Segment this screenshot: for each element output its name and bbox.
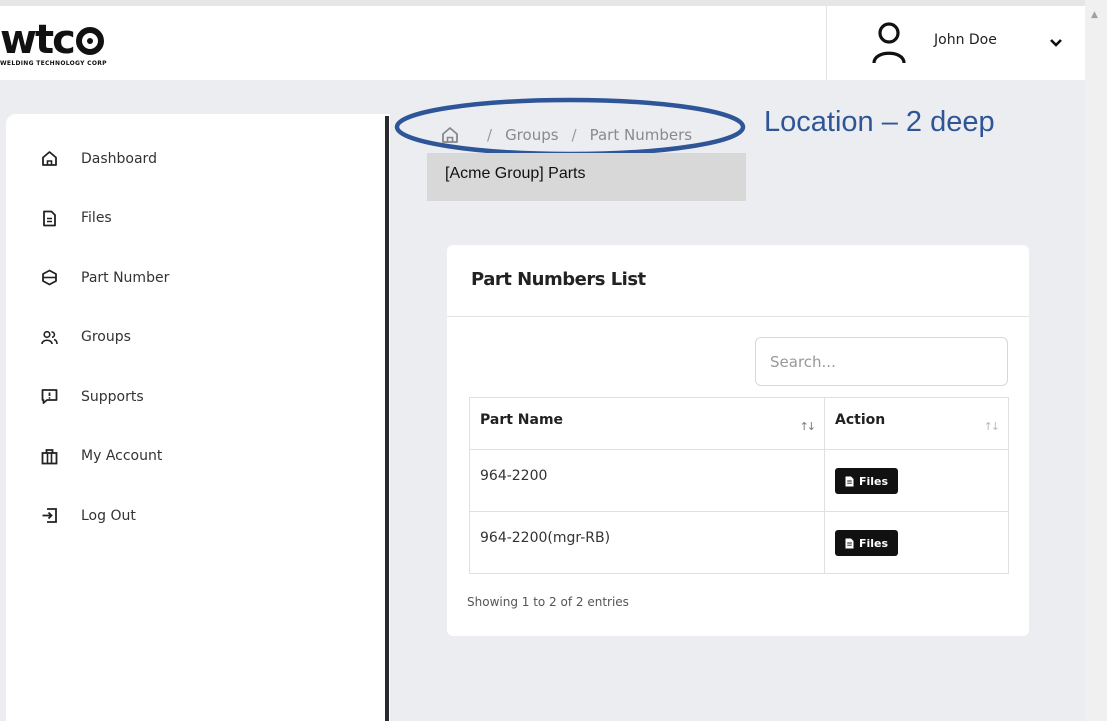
sidebar-item-label: Dashboard bbox=[81, 150, 157, 167]
user-name: John Doe bbox=[934, 32, 997, 48]
logo[interactable]: wtc WELDING TECHNOLOGY CORP bbox=[0, 20, 200, 72]
table-row: 964-2200 Files bbox=[469, 449, 1009, 512]
sidebar: Dashboard Files Part Number Groups Suppo… bbox=[6, 114, 390, 721]
file-icon bbox=[845, 476, 854, 486]
vertical-scrollbar[interactable]: ▲ bbox=[1085, 0, 1107, 721]
part-number-icon bbox=[40, 269, 58, 287]
sidebar-item-my-account[interactable]: My Account bbox=[6, 427, 390, 487]
files-button-label: Files bbox=[859, 474, 889, 488]
logout-icon bbox=[40, 507, 58, 525]
logo-gear-icon bbox=[75, 27, 104, 55]
table-header-row: Part Name ↑↓ Action ↑↓ bbox=[469, 397, 1009, 450]
groups-icon bbox=[40, 328, 58, 346]
part-name-cell: 964-2200 bbox=[469, 449, 825, 512]
card-header: Part Numbers List bbox=[447, 245, 1029, 317]
files-button-label: Files bbox=[859, 536, 889, 550]
sidebar-item-label: My Account bbox=[81, 448, 163, 465]
search-input[interactable] bbox=[755, 337, 1008, 386]
annotation-ellipse bbox=[394, 97, 746, 157]
files-button[interactable]: Files bbox=[835, 530, 899, 556]
part-numbers-table: Part Name ↑↓ Action ↑↓ 964-2200 Files 96… bbox=[469, 397, 1009, 574]
sort-icon[interactable]: ↑↓ bbox=[800, 420, 817, 433]
column-header-action[interactable]: Action ↑↓ bbox=[824, 397, 1009, 450]
action-cell: Files bbox=[824, 511, 1009, 574]
sidebar-item-files[interactable]: Files bbox=[6, 189, 390, 249]
sidebar-item-label: Supports bbox=[81, 388, 144, 405]
scroll-up-arrow-icon[interactable]: ▲ bbox=[1091, 10, 1098, 20]
group-parts-label: [Acme Group] Parts bbox=[427, 153, 746, 201]
account-icon bbox=[40, 447, 58, 465]
sidebar-item-label: Files bbox=[81, 210, 112, 227]
sidebar-item-supports[interactable]: Supports bbox=[6, 367, 390, 427]
sidebar-divider bbox=[385, 116, 389, 721]
sidebar-item-label: Part Number bbox=[81, 269, 170, 286]
sidebar-item-label: Groups bbox=[81, 329, 131, 346]
table-row: 964-2200(mgr-RB) Files bbox=[469, 511, 1009, 574]
logo-subtitle: WELDING TECHNOLOGY CORP bbox=[0, 60, 107, 67]
card-title: Part Numbers List bbox=[471, 269, 646, 290]
part-numbers-card: Part Numbers List Part Name ↑↓ Action ↑↓… bbox=[447, 245, 1029, 636]
file-icon bbox=[845, 538, 854, 548]
annotation-text: Location – 2 deep bbox=[764, 106, 995, 138]
action-cell: Files bbox=[824, 449, 1009, 512]
sidebar-item-part-number[interactable]: Part Number bbox=[6, 248, 390, 308]
sidebar-item-log-out[interactable]: Log Out bbox=[6, 486, 390, 546]
sidebar-item-groups[interactable]: Groups bbox=[6, 308, 390, 368]
files-button[interactable]: Files bbox=[835, 468, 899, 494]
sort-icon[interactable]: ↑↓ bbox=[984, 420, 1001, 433]
logo-text: wtc bbox=[0, 17, 76, 63]
chevron-down-icon[interactable] bbox=[1049, 38, 1063, 48]
user-menu[interactable]: John Doe bbox=[826, 6, 1085, 80]
table-info: Showing 1 to 2 of 2 entries bbox=[467, 595, 629, 609]
column-label: Action bbox=[835, 412, 886, 428]
sidebar-nav: Dashboard Files Part Number Groups Suppo… bbox=[6, 129, 390, 546]
user-icon bbox=[872, 22, 906, 64]
sidebar-item-dashboard[interactable]: Dashboard bbox=[6, 129, 390, 189]
file-icon bbox=[40, 209, 58, 227]
home-icon bbox=[40, 150, 58, 168]
sidebar-item-label: Log Out bbox=[81, 507, 136, 524]
part-name-cell: 964-2200(mgr-RB) bbox=[469, 511, 825, 574]
top-bar: wtc WELDING TECHNOLOGY CORP John Doe bbox=[0, 0, 1085, 80]
column-label: Part Name bbox=[480, 412, 564, 428]
support-icon bbox=[40, 388, 58, 406]
column-header-part-name[interactable]: Part Name ↑↓ bbox=[469, 397, 825, 450]
